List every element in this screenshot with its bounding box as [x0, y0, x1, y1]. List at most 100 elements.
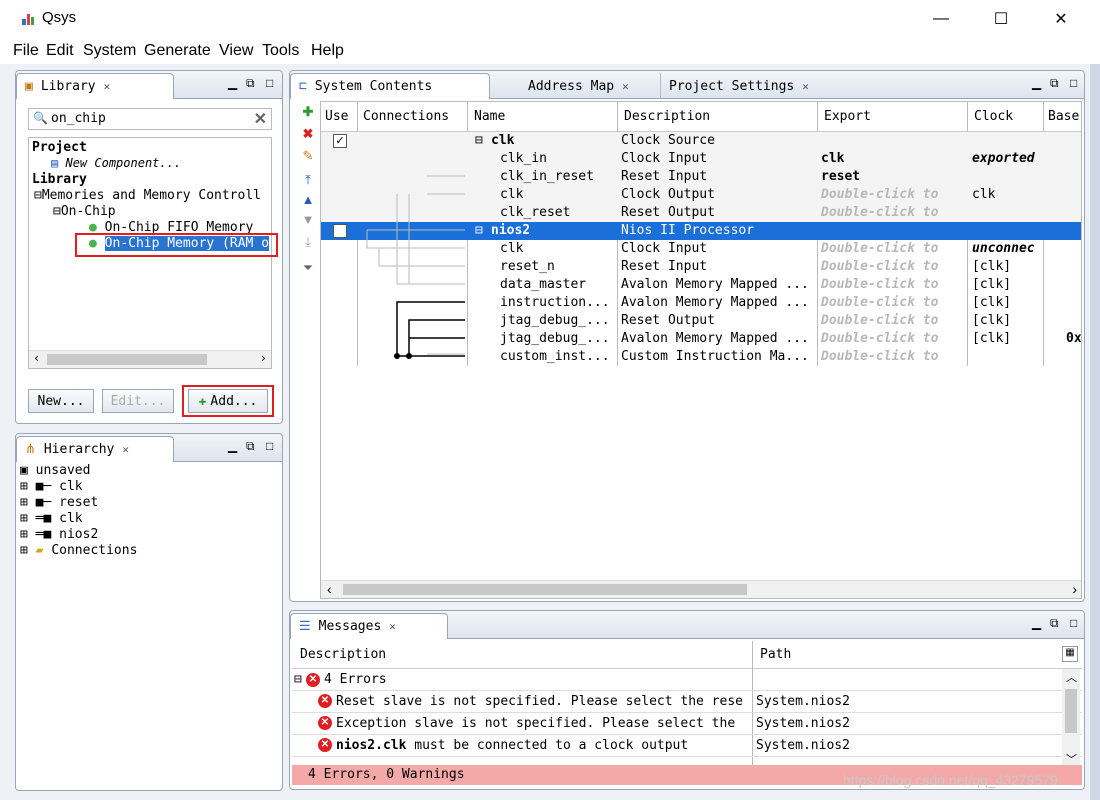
col-clock[interactable]: Clock [974, 108, 1013, 126]
tab-library[interactable]: ▣ Library ✕ [16, 73, 174, 99]
close-tab-icon[interactable]: ✕ [104, 80, 111, 93]
interface-name[interactable]: data_master [500, 276, 586, 294]
interface-name[interactable]: clk [500, 240, 523, 258]
export-placeholder[interactable]: Double-click to [821, 204, 938, 222]
tree-item[interactable]: ⊞ ■─ reset [20, 495, 137, 511]
tab-address-map[interactable]: Address Map ✕ [520, 73, 637, 99]
tab-project-settings[interactable]: Project Settings ✕ [660, 73, 817, 99]
col-use[interactable]: Use [325, 108, 348, 126]
edit-component-icon[interactable]: ✎ [300, 148, 316, 164]
export-placeholder[interactable]: Double-click to [821, 186, 938, 204]
export-placeholder[interactable]: Double-click to [821, 258, 938, 276]
tab-messages[interactable]: ☰ Messages ✕ [290, 613, 448, 639]
tab-hierarchy[interactable]: ⋔ Hierarchy ✕ [16, 436, 174, 462]
tree-item[interactable]: ⊞ ▰ Connections [20, 543, 137, 559]
minimize-view-icon[interactable]: ▁ [1032, 76, 1041, 90]
message-row[interactable]: ✕ Exception slave is not specified. Pleas… [292, 713, 1082, 735]
component-name[interactable]: nios2 [491, 222, 530, 240]
collapse-icon[interactable]: ⊟ [475, 222, 483, 240]
col-connections[interactable]: Connections [363, 108, 449, 126]
col-name[interactable]: Name [474, 108, 505, 126]
move-top-icon[interactable]: ⤒ [300, 172, 316, 188]
component-name[interactable]: clk [491, 132, 514, 150]
library-search[interactable]: 🔍 on_chip ✕ [28, 108, 272, 130]
minimize-view-icon[interactable]: ▁ [228, 76, 237, 90]
use-checkbox[interactable]: ✓ [333, 134, 347, 148]
tree-on-chip[interactable]: ⊟On-Chip [53, 204, 116, 219]
view-options-icon[interactable]: ▦ [1062, 646, 1078, 662]
menu-help[interactable]: Help [311, 42, 344, 60]
clock-cell[interactable]: [clk] [972, 330, 1011, 348]
close-tab-icon[interactable]: ✕ [389, 620, 396, 633]
close-button[interactable]: ✕ [1038, 4, 1084, 34]
col-msg-path[interactable]: Path [760, 646, 791, 664]
maximize-view-icon[interactable]: □ [1070, 76, 1077, 90]
edit-button[interactable]: Edit... [102, 389, 174, 413]
tree-project[interactable]: Project [32, 140, 87, 155]
close-tab-icon[interactable]: ✕ [622, 80, 629, 93]
interface-name[interactable]: clk_in [500, 150, 547, 168]
menu-view[interactable]: View [219, 42, 253, 60]
collapse-icon[interactable]: ⊟ [294, 671, 302, 689]
clock-cell[interactable]: [clk] [972, 258, 1011, 276]
message-row[interactable]: ✕ nios2.clk must be connected to a clock … [292, 735, 1082, 757]
library-hscroll[interactable]: ‹ › [29, 350, 271, 368]
interface-name[interactable]: reset_n [500, 258, 555, 276]
clock-cell[interactable]: [clk] [972, 312, 1011, 330]
close-tab-icon[interactable]: ✕ [802, 80, 809, 93]
use-checkbox[interactable]: ✓ [333, 224, 347, 238]
clock-cell[interactable]: [clk] [972, 276, 1011, 294]
menu-generate[interactable]: Generate [144, 42, 211, 60]
clock-cell[interactable]: unconnec [972, 240, 1035, 258]
add-component-icon[interactable]: ✚ [300, 104, 316, 120]
move-down-icon[interactable]: ▼ [300, 212, 316, 228]
interface-name[interactable]: instruction... [500, 294, 610, 312]
export-placeholder[interactable]: Double-click to [821, 276, 938, 294]
col-export[interactable]: Export [824, 108, 871, 126]
clock-cell[interactable]: [clk] [972, 294, 1011, 312]
table-hscroll[interactable]: ‹ › [321, 580, 1081, 598]
col-description[interactable]: Description [624, 108, 710, 126]
export-placeholder[interactable]: Double-click to [821, 240, 938, 258]
interface-name[interactable]: jtag_debug_... [500, 330, 610, 348]
tree-memories[interactable]: ⊟Memories and Memory Controll [34, 188, 261, 203]
restore-view-icon[interactable]: ⧉ [1050, 76, 1059, 91]
filter-icon[interactable]: ⏷ [300, 260, 316, 276]
restore-view-icon[interactable]: ⧉ [246, 439, 255, 454]
interface-name[interactable]: clk_in_reset [500, 168, 594, 186]
menu-system[interactable]: System [83, 42, 136, 60]
interface-name[interactable]: clk [500, 186, 523, 204]
clock-cell[interactable]: clk [972, 186, 995, 204]
interface-name[interactable]: custom_inst... [500, 348, 610, 366]
new-button[interactable]: New... [28, 389, 94, 413]
maximize-button[interactable]: ☐ [978, 4, 1024, 34]
remove-component-icon[interactable]: ✖ [300, 126, 316, 142]
close-tab-icon[interactable]: ✕ [122, 443, 129, 456]
export-placeholder[interactable]: Double-click to [821, 312, 938, 330]
menu-edit[interactable]: Edit [46, 42, 74, 60]
tree-item[interactable]: ⊞ ═■ clk [20, 511, 137, 527]
tree-item[interactable]: ⊞ ═■ nios2 [20, 527, 137, 543]
move-bottom-icon[interactable]: ⤓ [300, 234, 316, 250]
clock-cell[interactable]: exported [972, 150, 1035, 168]
tree-library[interactable]: Library [32, 172, 87, 187]
interface-name[interactable]: jtag_debug_... [500, 312, 610, 330]
messages-vscroll[interactable]: ︿ ﹀ [1062, 669, 1080, 767]
maximize-view-icon[interactable]: □ [266, 439, 273, 453]
move-up-icon[interactable]: ▲ [300, 192, 316, 208]
col-base[interactable]: Base [1048, 108, 1079, 126]
tree-item[interactable]: ⊞ ■─ clk [20, 479, 137, 495]
tree-new-component[interactable]: ▤ New Component... [51, 156, 181, 170]
tree-root[interactable]: ▣ unsaved [20, 463, 137, 479]
maximize-view-icon[interactable]: □ [1070, 616, 1077, 630]
maximize-view-icon[interactable]: □ [266, 76, 273, 90]
minimize-button[interactable]: — [918, 4, 964, 34]
export-cell[interactable]: reset [821, 168, 860, 186]
tab-system-contents[interactable]: ⊏ System Contents [290, 73, 490, 99]
export-placeholder[interactable]: Double-click to [821, 330, 938, 348]
menu-file[interactable]: File [13, 42, 39, 60]
minimize-view-icon[interactable]: ▁ [228, 439, 237, 453]
minimize-view-icon[interactable]: ▁ [1032, 616, 1041, 630]
restore-view-icon[interactable]: ⧉ [246, 76, 255, 91]
export-placeholder[interactable]: Double-click to [821, 294, 938, 312]
